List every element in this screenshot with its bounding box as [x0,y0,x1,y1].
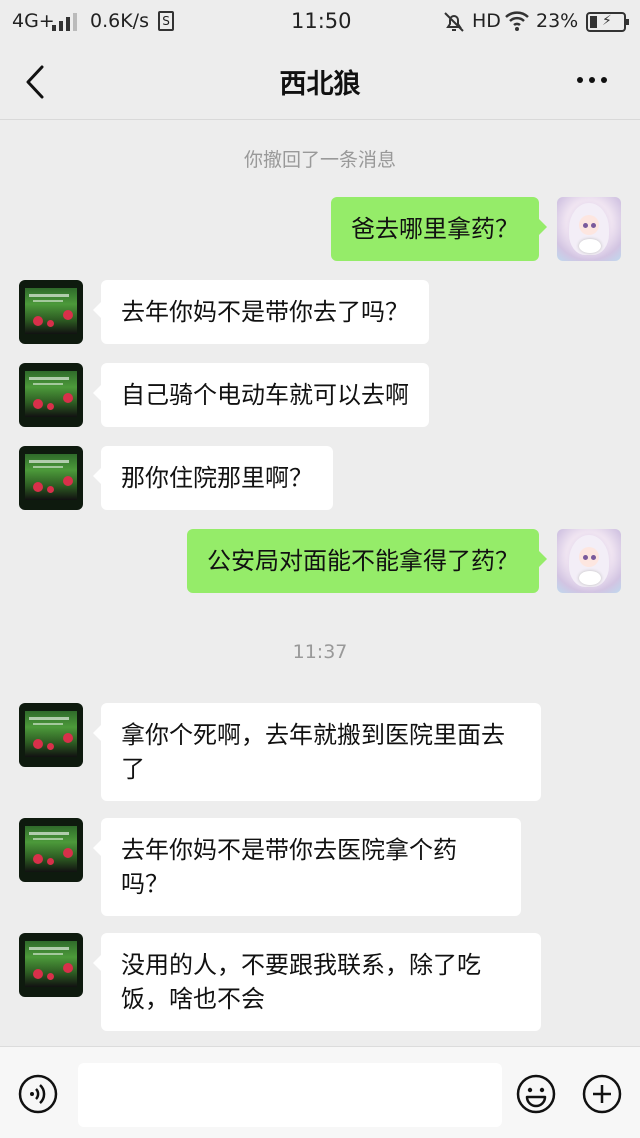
chat-title: 西北狼 [279,69,361,100]
plus-icon[interactable] [582,1074,622,1114]
battery-fill [590,16,597,28]
contact-avatar[interactable] [19,280,83,344]
network-speed: 0.6K/s [90,10,149,32]
message-bubble-received[interactable]: 拿你个死啊，去年就搬到医院里面去了 [93,703,541,801]
contact-avatar[interactable] [19,703,83,767]
input-bar [0,1046,640,1138]
message-bubble-received[interactable]: 没用的人，不要跟我联系，除了吃饭，啥也不会 [93,933,541,1031]
wifi-icon [505,11,529,31]
timestamp: 11:37 [292,641,348,663]
battery-percent: 23% [536,10,579,32]
message-bubble-received[interactable]: 那你住院那里啊？ [93,446,333,510]
hd-indicator: HD [472,10,501,32]
chat-area[interactable]: 你撤回了一条消息 爸去哪里拿药？ 去年你妈不是带你去了吗？ 自己骑个电动车就可以… [0,121,640,1046]
message-bubble-sent[interactable]: 爸去哪里拿药？ [331,197,547,261]
contact-avatar[interactable] [19,363,83,427]
contact-avatar[interactable] [19,446,83,510]
message-bubble-received[interactable]: 去年你妈不是带你去医院拿个药吗？ [93,818,521,916]
nav-bar: 西北狼 [0,44,640,120]
sd-card-icon: S [158,11,174,31]
message-bubble-received[interactable]: 自己骑个电动车就可以去啊 [93,363,429,427]
message-bubble-received[interactable]: 去年你妈不是带你去了吗？ [93,280,429,344]
my-avatar[interactable] [557,529,621,593]
status-bar: 4G+ 0.6K/s S 11:50 HD 23% ⚡ [0,0,640,44]
emoji-icon[interactable] [516,1074,556,1114]
voice-icon[interactable] [18,1074,58,1114]
battery-icon: ⚡ [586,12,629,32]
message-bubble-sent[interactable]: 公安局对面能不能拿得了药？ [187,529,547,593]
contact-avatar[interactable] [19,818,83,882]
contact-avatar[interactable] [19,933,83,997]
message-input[interactable] [78,1063,502,1127]
network-type: 4G+ [12,10,55,32]
my-avatar[interactable] [557,197,621,261]
signal-icon [52,13,78,31]
clock: 11:50 [291,9,352,33]
more-dots-icon[interactable] [572,68,612,92]
recall-notice: 你撤回了一条消息 [243,149,396,171]
mute-bell-icon [444,12,464,32]
